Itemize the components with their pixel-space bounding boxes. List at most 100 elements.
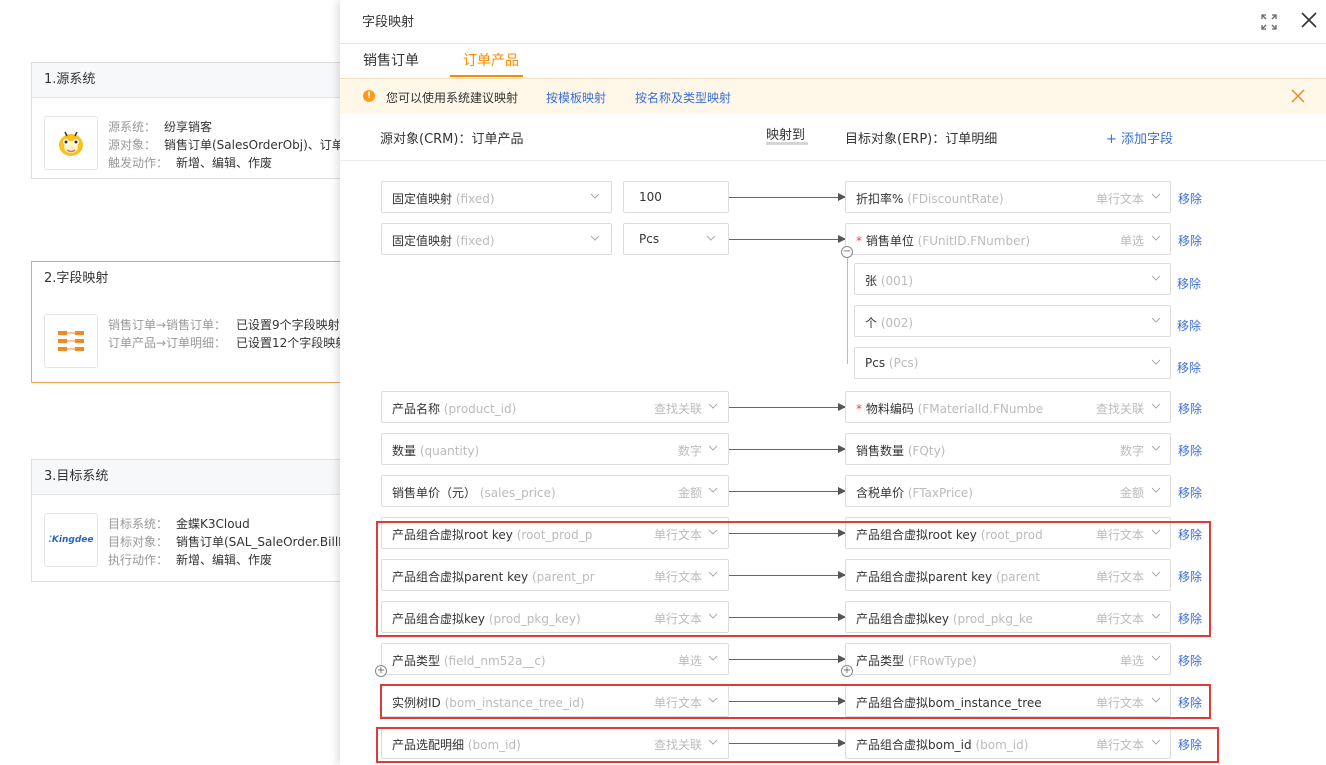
target-field-label: 折扣率% [856,192,904,206]
expand-icon[interactable]: + [375,665,387,677]
target-field-api: (FMaterialId.FNumbe [917,402,1044,416]
source-field-label: 产品类型 [392,654,441,668]
divider [340,43,1326,44]
source-field-select[interactable]: 产品组合虚拟parent key (parent_pr 单行文本 [381,559,729,591]
source-field-label: 固定值映射 [392,192,453,206]
map-by-name-type-link[interactable]: 按名称及类型映射 [635,89,731,106]
remove-button[interactable]: 移除 [1178,694,1202,711]
fixed-value-select[interactable]: Pcs [623,223,729,255]
card-value: 已设置12个字段映射 [236,336,348,350]
close-icon[interactable] [1298,9,1320,31]
chevron-down-icon [1151,317,1161,323]
target-field-select[interactable]: 含税单价 (FTaxPrice) 金额 [845,475,1171,507]
chevron-down-icon [706,235,716,241]
remove-button[interactable]: 移除 [1177,359,1201,376]
option-select[interactable]: Pcs (Pcs) [854,347,1171,379]
source-field-type: 单行文本 [653,570,702,584]
collapse-icon[interactable]: − [841,246,853,258]
mapping-arrow [729,403,846,411]
source-system-card[interactable]: 1.源系统 源系统： 纷享销客 源对象： 销售订单(SalesOrderObj)、订… [31,62,363,179]
target-field-select[interactable]: 产品类型 (FRowType) 单选 [845,643,1171,675]
chevron-down-icon [590,235,600,241]
target-object-label: 目标对象(ERP)：订单明细 [845,132,998,147]
option-select[interactable]: 个 (002) [854,305,1171,337]
chevron-down-icon [1151,235,1161,241]
notice-close-icon[interactable] [1290,88,1306,104]
field-mapping-card[interactable]: 2.字段映射 销售订单→销售订单： 已设置9个字段映射 订单产品→订单明细： 已设置… [31,261,363,383]
target-field-select[interactable]: 销售数量 (FQty) 数字 [845,433,1171,465]
target-field-api: (FQty) [907,444,946,458]
chevron-down-icon [708,445,718,451]
remove-button[interactable]: 移除 [1178,736,1202,753]
option-api: (002) [880,316,914,330]
source-field-select[interactable]: 产品类型 (field_nm52a__c) 单选 [381,643,729,675]
source-field-select[interactable]: 销售单价（元） (sales_price) 金额 [381,475,729,507]
remove-button[interactable]: 移除 [1178,526,1202,543]
source-field-select[interactable]: 实例树ID (bom_instance_tree_id) 单行文本 [381,685,729,717]
source-field-api: (bom_id) [467,738,521,752]
mapping-arrow [729,529,846,537]
tab-order-product[interactable]: 订单产品 [463,50,519,70]
target-field-type: 单行文本 [1095,696,1144,710]
add-field-button[interactable]: + 添加字段 [1106,128,1173,147]
source-field-select[interactable]: 产品选配明细 (bom_id) 查找关联 [381,727,729,759]
chevron-down-icon [1151,697,1161,703]
card-key: 目标对象： [108,535,169,549]
source-field-api: (parent_pr [531,570,595,584]
target-field-select[interactable]: * 销售单位 (FUnitID.FNumber) 单选 [845,223,1171,255]
option-label: 个 [865,316,878,330]
option-label: 张 [865,274,878,288]
target-field-select[interactable]: 产品组合虚拟root key (root_prod 单行文本 [845,517,1171,549]
source-field-api: (bom_instance_tree_id) [444,696,585,710]
map-by-template-link[interactable]: 按模板映射 [546,89,606,106]
source-field-select[interactable]: 固定值映射 (fixed) [381,223,612,255]
remove-button[interactable]: 移除 [1178,442,1202,459]
card-key: 销售订单→销售订单： [108,318,227,332]
remove-button[interactable]: 移除 [1177,317,1201,334]
card-value: 销售订单(SalesOrderObj)、订单产 [164,138,356,152]
target-field-select[interactable]: * 物料编码 (FMaterialId.FNumbe 查找关联 [845,391,1171,423]
target-field-type: 单行文本 [1095,738,1144,752]
fullscreen-icon[interactable] [1259,12,1279,32]
target-system-card[interactable]: 3.目标系统 ⁚Kingdee 目标系统： 金蝶K3Cloud 目标对象： 销售订单… [31,459,363,582]
tab-sales-order[interactable]: 销售订单 [363,50,419,70]
required-mark: * [856,402,866,416]
mapping-arrow [729,487,846,495]
card-value: 新增、编辑、作废 [176,156,273,170]
target-field-label: 产品组合虚拟bom_instance_tree [856,696,1042,710]
fixed-value-input[interactable]: 100 [623,181,729,213]
source-field-label: 产品名称 [392,402,441,416]
remove-button[interactable]: 移除 [1178,652,1202,669]
source-field-select[interactable]: 产品组合虚拟key (prod_pkg_key) 单行文本 [381,601,729,633]
expand-icon[interactable]: + [841,665,853,677]
remove-button[interactable]: 移除 [1178,568,1202,585]
remove-button[interactable]: 移除 [1178,484,1202,501]
target-field-type: 单行文本 [1095,192,1144,206]
mapping-arrow [729,571,846,579]
source-field-select[interactable]: 数量 (quantity) 数字 [381,433,729,465]
target-field-label: 产品组合虚拟key [856,612,950,626]
remove-button[interactable]: 移除 [1178,232,1202,249]
option-select[interactable]: 张 (001) [854,263,1171,295]
source-field-select[interactable]: 固定值映射 (fixed) [381,181,612,213]
chevron-down-icon [1151,193,1161,199]
target-field-select[interactable]: 产品组合虚拟bom_instance_tree 单行文本 [845,685,1171,717]
mapping-arrow [729,445,846,453]
source-field-select[interactable]: 产品组合虚拟root key (root_prod_p 单行文本 [381,517,729,549]
card-key: 触发动作： [108,156,169,170]
target-field-select[interactable]: 产品组合虚拟parent key (parent 单行文本 [845,559,1171,591]
target-field-select[interactable]: 折扣率% (FDiscountRate) 单行文本 [845,181,1171,213]
kingdee-logo-text: Kingdee [51,535,94,545]
source-field-api: (quantity) [419,444,480,458]
remove-button[interactable]: 移除 [1178,190,1202,207]
remove-button[interactable]: 移除 [1178,610,1202,627]
source-field-select[interactable]: 产品名称 (product_id) 查找关联 [381,391,729,423]
remove-button[interactable]: 移除 [1177,275,1201,292]
card-key: 源系统： [108,120,157,134]
remove-button[interactable]: 移除 [1178,400,1202,417]
chevron-down-icon [708,739,718,745]
target-field-select[interactable]: 产品组合虚拟bom_id (bom_id) 单行文本 [845,727,1171,759]
source-field-label: 产品组合虚拟parent key [392,570,529,584]
card-value: 已设置9个字段映射 [236,318,340,332]
target-field-select[interactable]: 产品组合虚拟key (prod_pkg_ke 单行文本 [845,601,1171,633]
